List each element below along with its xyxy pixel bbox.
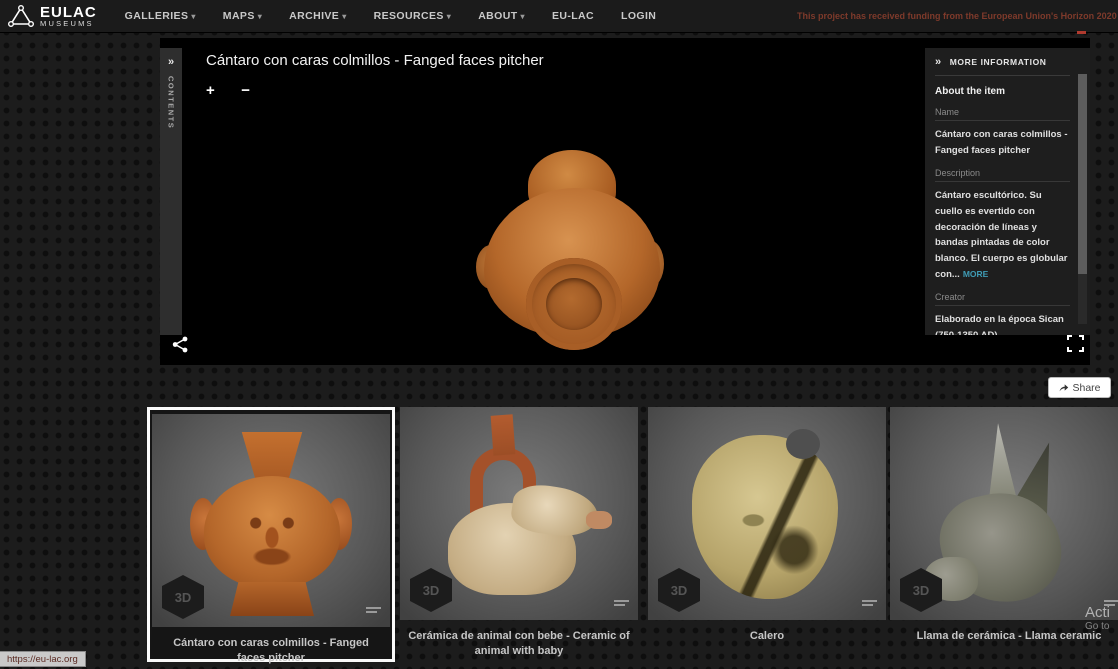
name-value: Cántaro con caras colmillos - Fanged fac…: [935, 127, 1070, 158]
name-label: Name: [935, 107, 1070, 121]
expand-right-icon: »: [935, 56, 942, 68]
activate-windows-watermark: Acti Go to: [1085, 604, 1110, 632]
more-information-header[interactable]: » MORE INFORMATION: [935, 56, 1070, 76]
thumbnail-fanged-pitcher[interactable]: 3D: [152, 414, 390, 627]
nav-item-archive[interactable]: ARCHIVE▾: [289, 10, 346, 22]
gallery-item-animal-ceramic[interactable]: 3D Cerámica de animal con bebe - Ceramic…: [400, 407, 638, 659]
gallery-item-calero[interactable]: 3D Calero: [648, 407, 886, 644]
nav-item-label: RESOURCES: [374, 10, 444, 22]
gallery-item-fanged-pitcher[interactable]: 3D Cántaro con caras colmillos - Fanged …: [147, 407, 395, 662]
share-button[interactable]: Share: [1048, 377, 1111, 398]
share-arrow-icon: [1058, 382, 1069, 393]
eulac-logo-text: EULAC MUSEUMS: [40, 5, 97, 28]
gallery-caption[interactable]: Cerámica de animal con bebe - Ceramic of…: [400, 629, 638, 659]
eulac-logo[interactable]: EULAC MUSEUMS: [8, 4, 97, 28]
chevron-down-icon: ▾: [342, 12, 346, 21]
gallery-caption[interactable]: Cántaro con caras colmillos - Fanged fac…: [152, 636, 390, 666]
nav-item-about[interactable]: ABOUT ▾: [478, 10, 525, 22]
3d-model-pitcher[interactable]: [480, 150, 660, 365]
zoom-controls: + −: [206, 82, 272, 100]
description-label: Description: [935, 168, 1070, 182]
chevron-down-icon: ▾: [191, 12, 195, 21]
top-navbar: EULAC MUSEUMS GALLERIES▾ MAPS▾ ARCHIVE▾ …: [0, 0, 1118, 33]
more-link[interactable]: MORE: [963, 269, 989, 279]
thumbnail-llama-ceramic[interactable]: 3D: [890, 407, 1118, 620]
red-marker: [1077, 31, 1086, 34]
fullscreen-icon[interactable]: [1067, 335, 1084, 357]
model-base-inner: [546, 278, 602, 330]
watermark-line1: Acti: [1085, 604, 1110, 621]
chevron-down-icon: ▾: [521, 12, 525, 21]
share-button-label: Share: [1072, 382, 1100, 394]
contents-label: CONTENTS: [167, 76, 176, 129]
sketchfab-logo: [862, 600, 877, 608]
chevron-down-icon: ▾: [258, 12, 262, 21]
sketchfab-logo: [366, 607, 381, 615]
chevron-down-icon: ▾: [447, 12, 451, 21]
gallery-caption[interactable]: Llama de cerámica - Llama ceramic: [890, 629, 1118, 644]
gallery-item-llama-ceramic[interactable]: 3D Llama de cerámica - Llama ceramic: [890, 407, 1118, 644]
creator-label: Creator: [935, 292, 1070, 306]
nav-item-label: EU-LAC: [552, 10, 594, 22]
nav-item-galleries[interactable]: GALLERIES▾: [125, 10, 196, 22]
more-information-label: MORE INFORMATION: [950, 57, 1047, 67]
info-panel-scrollbar[interactable]: [1078, 74, 1087, 324]
description-text: Cántaro escultórico. Su cuello es everti…: [935, 190, 1068, 279]
model-base: [526, 258, 622, 350]
nav-item-maps[interactable]: MAPS▾: [223, 10, 262, 22]
creator-value: Elaborado en la época Sican (750-1350 AD…: [935, 312, 1070, 335]
about-the-item-heading: About the item: [935, 86, 1070, 97]
expand-right-icon: »: [168, 56, 174, 68]
zoom-out-button[interactable]: −: [241, 82, 250, 99]
logo-line1: EULAC: [40, 5, 97, 20]
scrollbar-thumb[interactable]: [1078, 74, 1087, 274]
more-information-panel: » MORE INFORMATION About the item Name Cá…: [925, 48, 1090, 335]
gallery-caption[interactable]: Calero: [648, 629, 886, 644]
share-icon[interactable]: [172, 336, 189, 358]
model-title: Cántaro con caras colmillos - Fanged fac…: [206, 52, 544, 69]
thumbnail-calero[interactable]: 3D: [648, 407, 886, 620]
nav-item-resources[interactable]: RESOURCES▾: [374, 10, 452, 22]
nav-item-label: MAPS: [223, 10, 255, 22]
nav-item-eu-lac[interactable]: EU-LAC: [552, 10, 594, 22]
description-value: Cántaro escultórico. Su cuello es everti…: [935, 188, 1070, 282]
nav-item-label: GALLERIES: [125, 10, 189, 22]
logo-line2: MUSEUMS: [40, 20, 97, 28]
browser-status-url: https://eu-lac.org: [0, 651, 86, 667]
zoom-in-button[interactable]: +: [206, 82, 215, 99]
watermark-line2: Go to: [1085, 621, 1110, 632]
eulac-logo-icon: [8, 4, 34, 28]
thumbnail-animal-ceramic[interactable]: 3D: [400, 407, 638, 620]
nav-item-label: ABOUT: [478, 10, 517, 22]
nav-item-label: LOGIN: [621, 10, 656, 22]
nav-item-label: ARCHIVE: [289, 10, 339, 22]
sketchfab-logo: [614, 600, 629, 608]
nav-menu: GALLERIES▾ MAPS▾ ARCHIVE▾ RESOURCES▾ ABO…: [125, 10, 684, 22]
contents-panel-toggle[interactable]: » CONTENTS: [160, 48, 182, 335]
sketchfab-viewer[interactable]: » CONTENTS Cántaro con caras colmillos -…: [160, 38, 1090, 365]
nav-item-login[interactable]: LOGIN: [621, 10, 656, 22]
funding-note: This project has received funding from t…: [797, 11, 1118, 21]
